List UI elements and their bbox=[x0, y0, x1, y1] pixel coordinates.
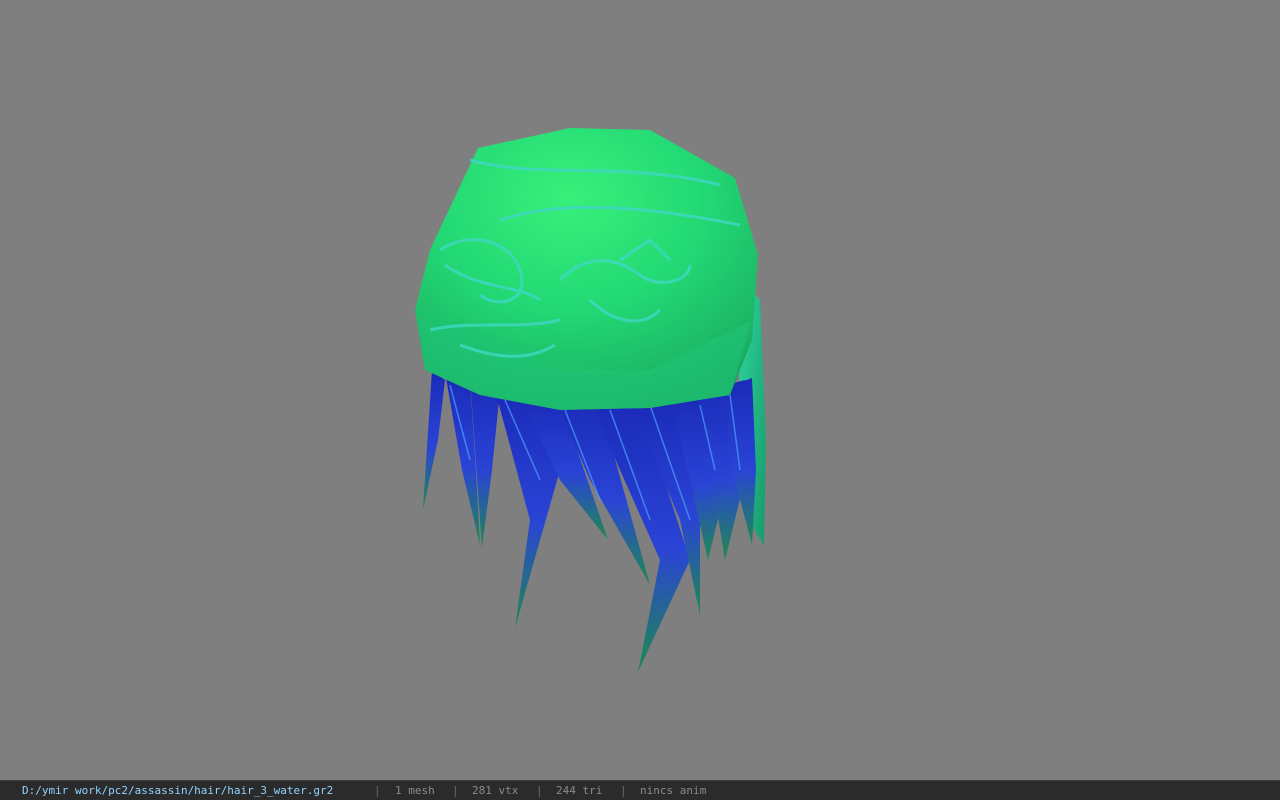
file-path: D:/ymir work/pc2/assassin/hair/hair_3_wa… bbox=[22, 784, 334, 797]
anim-status: nincs anim bbox=[640, 784, 707, 797]
vertex-count: 281 vtx bbox=[472, 784, 519, 797]
model-viewport[interactable] bbox=[0, 0, 1280, 780]
separator: | bbox=[536, 784, 543, 797]
hair-strands bbox=[423, 370, 756, 672]
status-bar: D:/ymir work/pc2/assassin/hair/hair_3_wa… bbox=[0, 780, 1280, 800]
mesh-count: 1 mesh bbox=[395, 784, 435, 797]
triangle-count: 244 tri bbox=[556, 784, 603, 797]
hair-model-render bbox=[415, 128, 766, 672]
separator: | bbox=[374, 784, 381, 797]
separator: | bbox=[620, 784, 627, 797]
separator: | bbox=[452, 784, 459, 797]
